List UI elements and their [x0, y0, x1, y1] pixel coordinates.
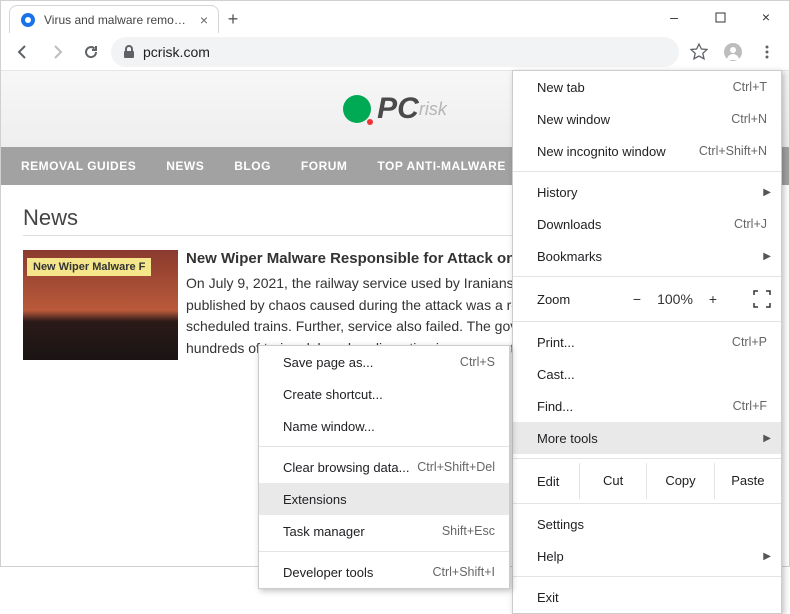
back-button[interactable] [9, 38, 37, 66]
menu-separator [513, 503, 781, 504]
article-thumbnail[interactable]: New Wiper Malware F [23, 250, 178, 360]
chevron-right-icon: ▶ [763, 187, 771, 198]
toolbar: pcrisk.com [1, 33, 789, 71]
reload-button[interactable] [77, 38, 105, 66]
menu-separator [513, 321, 781, 322]
favicon [20, 12, 36, 28]
menu-separator [513, 276, 781, 277]
maximize-button[interactable] [697, 1, 743, 33]
chevron-right-icon: ▶ [763, 251, 771, 262]
more-tools-submenu: Save page as...Ctrl+S Create shortcut...… [258, 345, 510, 589]
chevron-right-icon: ▶ [763, 433, 771, 444]
menu-downloads[interactable]: DownloadsCtrl+J [513, 208, 781, 240]
menu-zoom: Zoom − 100% + [513, 281, 781, 317]
url-text: pcrisk.com [143, 44, 210, 60]
new-tab-button[interactable]: + [219, 5, 247, 33]
edit-copy[interactable]: Copy [646, 463, 713, 499]
tab-strip: Virus and malware removal instru × + [1, 1, 651, 33]
chrome-main-menu: New tabCtrl+T New windowCtrl+N New incog… [512, 70, 782, 614]
menu-find[interactable]: Find...Ctrl+F [513, 390, 781, 422]
menu-separator [259, 446, 509, 447]
close-window-button[interactable]: × [743, 1, 789, 33]
submenu-name-window[interactable]: Name window... [259, 410, 509, 442]
site-logo[interactable]: PC risk [343, 92, 447, 126]
submenu-task-manager[interactable]: Task managerShift+Esc [259, 515, 509, 547]
zoom-controls: − 100% + [607, 291, 743, 307]
zoom-label: Zoom [537, 292, 597, 307]
menu-separator [513, 576, 781, 577]
browser-tab[interactable]: Virus and malware removal instru × [9, 5, 219, 33]
zoom-in-button[interactable]: + [709, 291, 717, 307]
nav-forum[interactable]: FORUM [301, 159, 348, 173]
submenu-create-shortcut[interactable]: Create shortcut... [259, 378, 509, 410]
menu-help[interactable]: Help▶ [513, 540, 781, 572]
profile-icon[interactable] [719, 38, 747, 66]
edit-cut[interactable]: Cut [579, 463, 646, 499]
menu-more-tools[interactable]: More tools▶ [513, 422, 781, 454]
tab-close-icon[interactable]: × [200, 12, 208, 28]
submenu-clear-browsing-data[interactable]: Clear browsing data...Ctrl+Shift+Del [259, 451, 509, 483]
menu-edit-row: Edit Cut Copy Paste [513, 463, 781, 499]
bookmark-star-icon[interactable] [685, 38, 713, 66]
fullscreen-icon[interactable] [753, 290, 771, 308]
nav-blog[interactable]: BLOG [234, 159, 271, 173]
minimize-button[interactable]: – [651, 1, 697, 33]
menu-new-tab[interactable]: New tabCtrl+T [513, 71, 781, 103]
edit-paste[interactable]: Paste [714, 463, 781, 499]
nav-news[interactable]: NEWS [166, 159, 204, 173]
edit-label: Edit [513, 474, 579, 489]
zoom-out-button[interactable]: − [633, 291, 641, 307]
menu-separator [513, 171, 781, 172]
address-bar[interactable]: pcrisk.com [111, 37, 679, 67]
logo-text-main: PC [377, 92, 419, 126]
window-controls: – × [651, 1, 789, 33]
submenu-developer-tools[interactable]: Developer toolsCtrl+Shift+I [259, 556, 509, 588]
menu-incognito[interactable]: New incognito windowCtrl+Shift+N [513, 135, 781, 167]
menu-separator [513, 458, 781, 459]
menu-bookmarks[interactable]: Bookmarks▶ [513, 240, 781, 272]
submenu-save-page[interactable]: Save page as...Ctrl+S [259, 346, 509, 378]
zoom-value: 100% [657, 291, 693, 307]
menu-history[interactable]: History▶ [513, 176, 781, 208]
logo-text-sub: risk [419, 99, 447, 120]
menu-exit[interactable]: Exit [513, 581, 781, 613]
forward-button[interactable] [43, 38, 71, 66]
menu-new-window[interactable]: New windowCtrl+N [513, 103, 781, 135]
menu-button[interactable] [753, 38, 781, 66]
lock-icon [123, 45, 135, 59]
menu-settings[interactable]: Settings [513, 508, 781, 540]
menu-separator [259, 551, 509, 552]
titlebar: Virus and malware removal instru × + – × [1, 1, 789, 33]
nav-removal-guides[interactable]: REMOVAL GUIDES [21, 159, 136, 173]
thumbnail-caption: New Wiper Malware F [27, 258, 151, 276]
nav-top-anti-malware[interactable]: TOP ANTI-MALWARE [377, 159, 505, 173]
submenu-extensions[interactable]: Extensions [259, 483, 509, 515]
tab-title: Virus and malware removal instru [44, 13, 192, 27]
menu-print[interactable]: Print...Ctrl+P [513, 326, 781, 358]
logo-icon [343, 95, 371, 123]
menu-cast[interactable]: Cast... [513, 358, 781, 390]
chevron-right-icon: ▶ [763, 551, 771, 562]
